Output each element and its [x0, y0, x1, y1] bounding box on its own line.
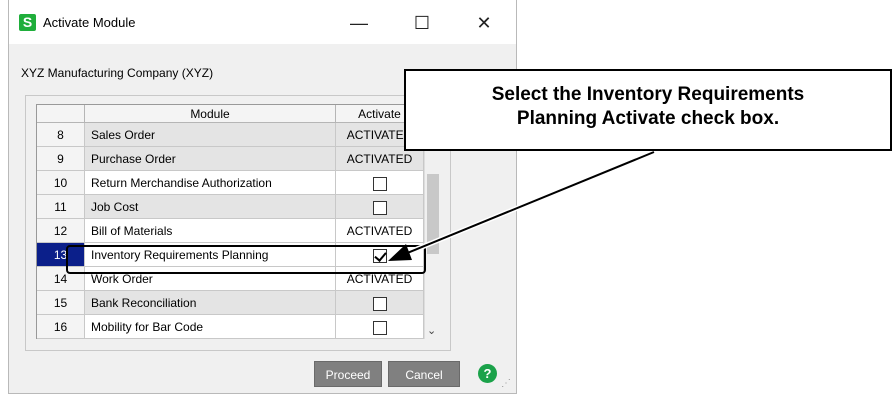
cancel-button[interactable]: Cancel — [388, 361, 460, 387]
app-logo-icon: S — [19, 14, 36, 31]
table-row[interactable]: 10 Return Merchandise Authorization — [37, 171, 424, 195]
close-button[interactable]: ✕ — [464, 10, 504, 36]
title-bar: S Activate Module — ☐ ✕ — [9, 0, 516, 44]
minimize-button[interactable]: — — [339, 10, 379, 36]
row-number: 8 — [37, 123, 85, 147]
activate-checkbox[interactable] — [372, 200, 387, 215]
table-row[interactable]: 15 Bank Reconciliation — [37, 291, 424, 315]
module-name: Sales Order — [85, 123, 336, 147]
module-name: Mobility for Bar Code — [85, 315, 336, 339]
header-module[interactable]: Module — [85, 105, 336, 123]
row-number: 9 — [37, 147, 85, 171]
resize-grip-icon[interactable]: ⋰ — [501, 378, 511, 389]
activate-status: ACTIVATED — [336, 219, 424, 243]
module-grid: Module Activate 8 Sales Order ACTIVATED … — [36, 104, 424, 339]
activate-cell — [336, 291, 424, 315]
module-name: Job Cost — [85, 195, 336, 219]
company-label: XYZ Manufacturing Company (XYZ) — [21, 66, 214, 80]
activate-cell — [336, 171, 424, 195]
table-row[interactable]: 11 Job Cost — [37, 195, 424, 219]
callout-line-1: Select the Inventory Requirements — [491, 84, 805, 105]
scrollbar-thumb[interactable] — [427, 174, 439, 254]
chevron-down-icon[interactable]: ⌄ — [427, 324, 436, 337]
table-row[interactable]: 16 Mobility for Bar Code — [37, 315, 424, 339]
table-row[interactable]: 8 Sales Order ACTIVATED — [37, 123, 424, 147]
module-grid-panel: Module Activate 8 Sales Order ACTIVATED … — [25, 95, 451, 351]
header-number — [37, 105, 85, 123]
row-number: 15 — [37, 291, 85, 315]
activate-checkbox[interactable] — [372, 320, 387, 335]
window-title: Activate Module — [43, 15, 136, 30]
module-name: Return Merchandise Authorization — [85, 171, 336, 195]
module-name: Purchase Order — [85, 147, 336, 171]
row-number: 16 — [37, 315, 85, 339]
activate-cell — [336, 315, 424, 339]
module-name: Bill of Materials — [85, 219, 336, 243]
row-number: 10 — [37, 171, 85, 195]
row-number: 12 — [37, 219, 85, 243]
activate-cell — [336, 195, 424, 219]
activate-checkbox[interactable] — [372, 176, 387, 191]
callout-line-2: Planning Activate check box. — [516, 108, 780, 129]
help-icon[interactable]: ? — [478, 364, 497, 383]
instruction-callout: Select the Inventory Requirements Planni… — [404, 69, 892, 151]
table-row[interactable]: 12 Bill of Materials ACTIVATED — [37, 219, 424, 243]
activate-module-dialog: S Activate Module — ☐ ✕ XYZ Manufacturin… — [8, 0, 517, 394]
activate-checkbox[interactable] — [372, 296, 387, 311]
row-number: 11 — [37, 195, 85, 219]
row-highlight-box — [66, 245, 426, 274]
maximize-button[interactable]: ☐ — [402, 10, 442, 36]
proceed-button[interactable]: Proceed — [314, 361, 382, 387]
module-name: Bank Reconciliation — [85, 291, 336, 315]
table-row[interactable]: 9 Purchase Order ACTIVATED — [37, 147, 424, 171]
